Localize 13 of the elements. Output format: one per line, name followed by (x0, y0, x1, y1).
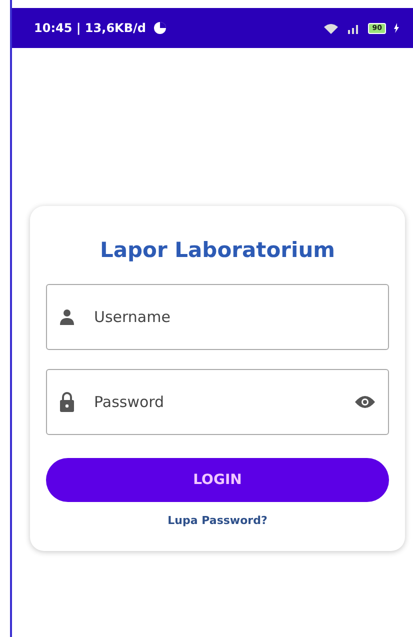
person-icon (60, 309, 74, 325)
data-saver-icon (154, 22, 166, 34)
app-title: Lapor Laboratorium (98, 238, 336, 262)
password-field[interactable]: Password (46, 369, 389, 435)
lock-icon (60, 392, 74, 412)
status-time: 10:45 | 13,6KB/d (34, 21, 146, 35)
username-field[interactable]: Username (46, 284, 389, 350)
wifi-icon (324, 22, 338, 34)
login-button[interactable]: LOGIN (46, 458, 389, 502)
charging-icon (394, 23, 399, 33)
forgot-password-link[interactable]: Lupa Password? (168, 514, 268, 527)
eye-icon[interactable] (355, 395, 375, 409)
signal-icon (346, 22, 360, 34)
